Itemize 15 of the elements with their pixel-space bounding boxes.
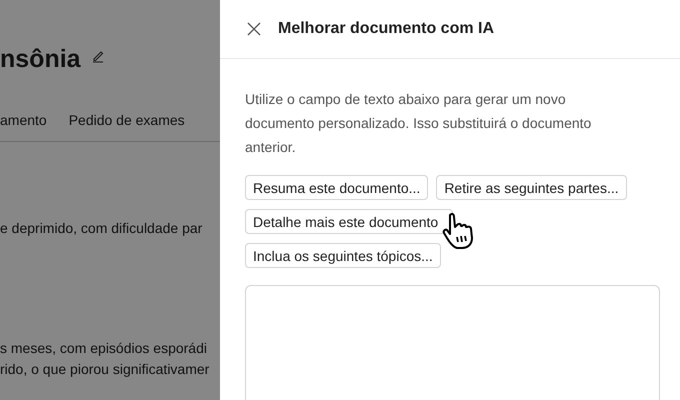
document-text: s meses, com episódios esporádi bbox=[0, 339, 208, 358]
tab[interactable]: Pedido de exames bbox=[68, 112, 185, 128]
description-text: Utilize o campo de texto abaixo para gerar um novo documento personalizado. Isso substituirá o documento anterior. bbox=[245, 90, 592, 157]
suggestion-chip[interactable]: Retire as seguintes partes... bbox=[436, 175, 627, 200]
suggestion-chip[interactable]: Inclua os seguintes tópicos... bbox=[245, 243, 441, 268]
text-input-field[interactable] bbox=[245, 285, 660, 400]
panel-title: Melhorar documento com IA bbox=[278, 20, 494, 38]
suggestion-chip[interactable]: Resuma este documento... bbox=[245, 175, 428, 200]
edit-icon[interactable] bbox=[90, 49, 105, 63]
document-title: nsônia bbox=[0, 44, 81, 74]
document-text: e deprimido, com dificuldade par bbox=[0, 219, 204, 238]
suggestion-chip[interactable]: Detalhe mais este documento bbox=[245, 209, 454, 234]
tab[interactable]: amento bbox=[0, 112, 47, 128]
close-icon[interactable] bbox=[247, 22, 261, 36]
document-text: rido, o que piorou significativamer bbox=[0, 360, 210, 379]
